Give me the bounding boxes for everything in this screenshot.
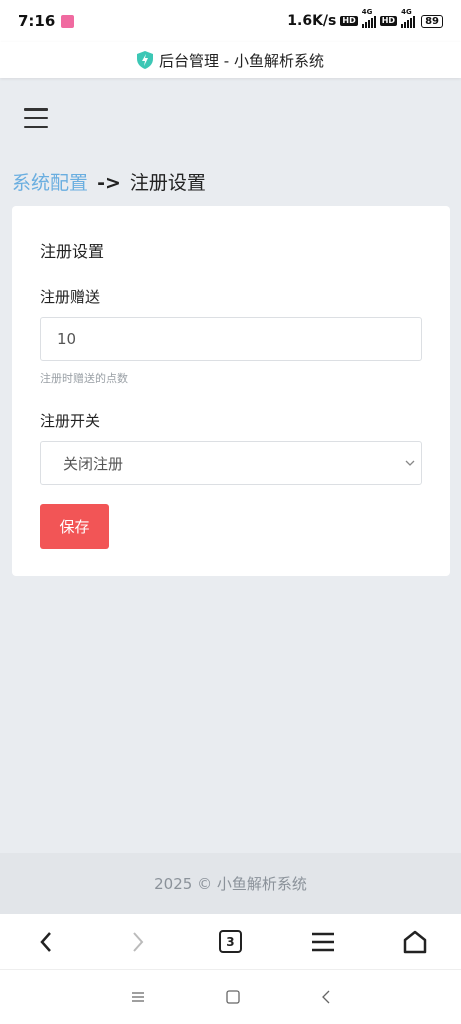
select-value: 关闭注册 — [63, 454, 124, 473]
status-bar: 7:16 1.6K/s HD 4G HD 4G 89 — [0, 0, 461, 42]
gift-input[interactable]: 10 — [40, 317, 422, 361]
battery-icon: 89 — [421, 14, 443, 28]
page-footer: 2025 © 小鱼解析系统 — [0, 853, 461, 914]
chevron-left-icon — [40, 931, 52, 952]
signal-icon: 4G — [361, 8, 376, 28]
signal-icon: 4G — [401, 8, 416, 28]
shield-icon — [137, 51, 154, 69]
browser-title-bar: 后台管理 - 小鱼解析系统 — [0, 42, 461, 78]
home-button[interactable] — [395, 922, 435, 962]
chevron-right-icon — [133, 931, 144, 952]
status-indicators: 1.6K/s HD 4G HD 4G 89 — [287, 8, 443, 29]
footer-text: 2025 © 小鱼解析系统 — [154, 875, 307, 893]
breadcrumb-link-system-config[interactable]: 系统配置 — [12, 172, 88, 194]
register-switch-select[interactable]: 关闭注册 — [40, 441, 422, 485]
card-title: 注册设置 — [40, 242, 105, 261]
menu-icon — [311, 932, 334, 951]
breadcrumb-current: 注册设置 — [129, 172, 206, 194]
breadcrumb-separator: -> — [97, 172, 121, 194]
home-square-icon[interactable] — [225, 990, 240, 1004]
forward-button[interactable] — [118, 922, 158, 962]
home-icon — [403, 930, 427, 953]
hd-icon: HD — [340, 16, 358, 26]
hd-icon: HD — [379, 16, 398, 26]
status-time: 7:16 — [18, 12, 56, 30]
system-nav-bar — [0, 970, 461, 1024]
tabs-button[interactable]: 3 — [210, 922, 250, 962]
gift-label: 注册赠送 — [40, 288, 101, 306]
switch-label: 注册开关 — [40, 412, 101, 430]
chevron-down-icon — [405, 460, 415, 466]
browser-menu-button[interactable] — [303, 922, 343, 962]
notification-icon — [61, 14, 75, 28]
network-speed: 1.6K/s — [287, 13, 337, 29]
menu-icon[interactable] — [24, 108, 48, 128]
tab-count-icon: 3 — [218, 930, 242, 953]
page-title: 后台管理 - 小鱼解析系统 — [159, 51, 324, 70]
breadcrumb: 系统配置 -> 注册设置 — [12, 168, 206, 195]
settings-card: 注册设置 注册赠送 10 注册时赠送的点数 注册开关 关闭注册 保存 — [12, 206, 450, 576]
recents-icon[interactable] — [131, 991, 145, 1003]
gift-help-text: 注册时赠送的点数 — [40, 372, 128, 385]
back-button[interactable] — [26, 922, 66, 962]
save-button[interactable]: 保存 — [40, 504, 109, 549]
back-arrow-icon[interactable] — [321, 990, 331, 1004]
browser-nav-bar: 3 — [0, 914, 461, 970]
